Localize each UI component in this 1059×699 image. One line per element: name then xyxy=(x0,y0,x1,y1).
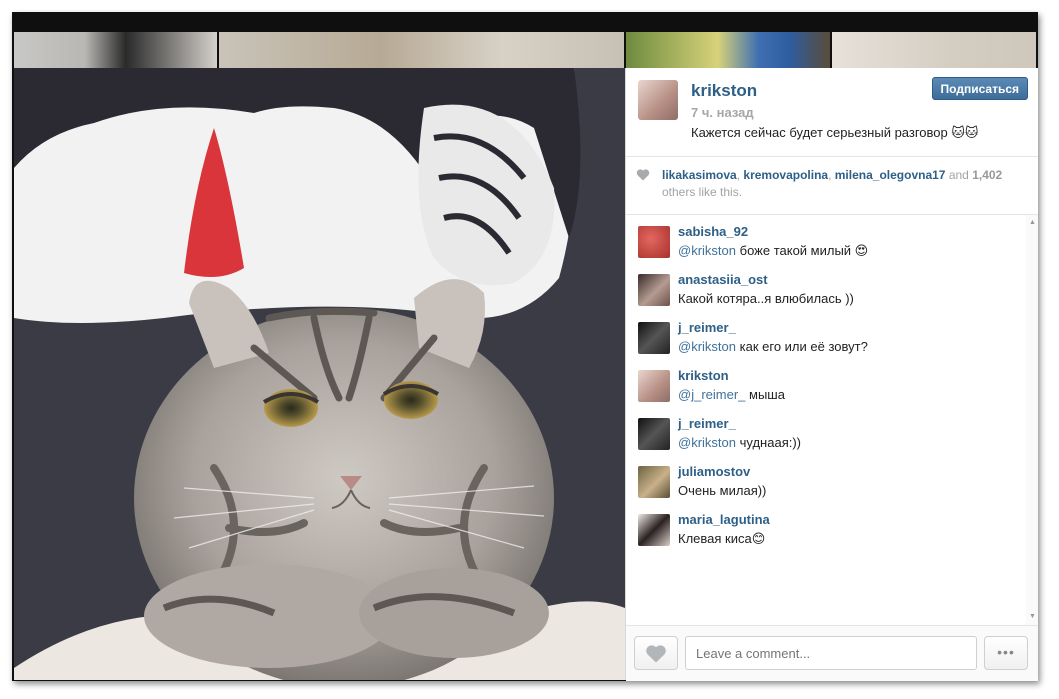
likes-suffix: others like this. xyxy=(662,185,743,199)
post-caption: Кажется сейчас будет серьезный разговор … xyxy=(691,125,979,140)
commenter-avatar[interactable] xyxy=(638,466,670,498)
comments-scrollbar[interactable]: ▲ ▼ xyxy=(1026,215,1038,625)
follow-button[interactable]: Подписаться xyxy=(931,77,1028,100)
comment-username[interactable]: anastasiia_ost xyxy=(678,272,768,287)
comments-list: sabisha_92 @krikston боже такой милый 😍 … xyxy=(626,215,1026,625)
post-timestamp[interactable]: 7 ч. назад xyxy=(691,105,754,120)
comment-body: чуднаая:)) xyxy=(739,435,802,450)
comment-username[interactable]: j_reimer_ xyxy=(678,320,736,335)
commenter-avatar[interactable] xyxy=(638,418,670,450)
thumbnail[interactable] xyxy=(626,32,830,68)
author-username[interactable]: krikston xyxy=(691,81,757,101)
commenter-avatar[interactable] xyxy=(638,226,670,258)
more-options-button[interactable]: ••• xyxy=(984,636,1028,670)
scroll-down-icon[interactable]: ▼ xyxy=(1029,613,1036,620)
comment-item: j_reimer_ @krikston чуднаая:)) xyxy=(626,407,1026,455)
comment-body: боже такой милый 😍 xyxy=(739,243,869,258)
commenter-avatar[interactable] xyxy=(638,322,670,354)
liker-username[interactable]: milena_olegovna17 xyxy=(835,168,946,182)
comment-text: @j_reimer_ мыша xyxy=(678,387,785,402)
comment-text: @krikston как его или её зовут? xyxy=(678,339,868,354)
comment-text: @krikston чуднаая:)) xyxy=(678,435,801,450)
comment-item: juliamostov Очень милая)) xyxy=(626,455,1026,503)
comment-username[interactable]: sabisha_92 xyxy=(678,224,748,239)
author-avatar[interactable] xyxy=(638,80,678,120)
post-header: krikston 7 ч. назад Кажется сейчас будет… xyxy=(626,68,1038,157)
comment-username[interactable]: maria_lagutina xyxy=(678,512,770,527)
likes-text: likakasimova, kremovapolina, milena_oleg… xyxy=(662,168,1003,199)
commenter-avatar[interactable] xyxy=(638,274,670,306)
background-thumbnail-strip xyxy=(12,32,1038,68)
comment-username[interactable]: j_reimer_ xyxy=(678,416,736,431)
comment-mention[interactable]: @j_reimer_ xyxy=(678,387,745,402)
heart-icon xyxy=(636,169,650,181)
post-modal: krikston 7 ч. назад Кажется сейчас будет… xyxy=(14,68,1038,681)
comment-text: @krikston боже такой милый 😍 xyxy=(678,243,868,259)
comment-item: sabisha_92 @krikston боже такой милый 😍 xyxy=(626,215,1026,263)
comment-item: maria_lagutina Клевая киса😊 xyxy=(626,503,1026,551)
thumbnail[interactable] xyxy=(832,32,1036,68)
ellipsis-icon: ••• xyxy=(997,644,1015,660)
comment-body: мыша xyxy=(749,387,785,402)
comment-item: anastasiia_ost Какой котяра..я влюбилась… xyxy=(626,263,1026,311)
comment-item: krikston @j_reimer_ мыша xyxy=(626,359,1026,407)
comment-text: Очень милая)) xyxy=(678,483,766,498)
liker-username[interactable]: likakasimova xyxy=(662,168,737,182)
comment-footer: ••• xyxy=(626,625,1038,681)
cat-photo-illustration xyxy=(14,68,625,680)
comment-username[interactable]: juliamostov xyxy=(678,464,750,479)
comment-text: Какой котяра..я влюбилась )) xyxy=(678,291,854,306)
lightbox-window: krikston 7 ч. назад Кажется сейчас будет… xyxy=(12,12,1038,681)
comment-body: Какой котяра..я влюбилась )) xyxy=(678,291,854,306)
comment-body: Клевая киса😊 xyxy=(678,531,766,546)
thumbnail[interactable] xyxy=(219,32,624,68)
comment-item: j_reimer_ @krikston как его или её зовут… xyxy=(626,311,1026,359)
commenter-avatar[interactable] xyxy=(638,514,670,546)
comment-mention[interactable]: @krikston xyxy=(678,339,736,354)
comment-username[interactable]: krikston xyxy=(678,368,729,383)
post-sidebar: krikston 7 ч. назад Кажется сейчас будет… xyxy=(625,68,1038,681)
heart-icon xyxy=(646,645,666,663)
comment-input[interactable] xyxy=(685,636,977,670)
likes-and: and xyxy=(948,168,969,182)
thumbnail[interactable] xyxy=(14,32,217,68)
liker-username[interactable]: kremovapolina xyxy=(743,168,828,182)
comment-body: как его или её зовут? xyxy=(739,339,868,354)
commenter-avatar[interactable] xyxy=(638,370,670,402)
likes-count[interactable]: 1,402 xyxy=(972,168,1002,182)
post-photo[interactable] xyxy=(14,68,625,680)
comment-mention[interactable]: @krikston xyxy=(678,243,736,258)
comment-body: Очень милая)) xyxy=(678,483,767,498)
comment-mention[interactable]: @krikston xyxy=(678,435,736,450)
scroll-up-icon[interactable]: ▲ xyxy=(1029,219,1036,226)
like-button[interactable] xyxy=(634,636,678,670)
likes-summary: likakasimova, kremovapolina, milena_oleg… xyxy=(626,156,1038,215)
comment-text: Клевая киса😊 xyxy=(678,531,765,547)
